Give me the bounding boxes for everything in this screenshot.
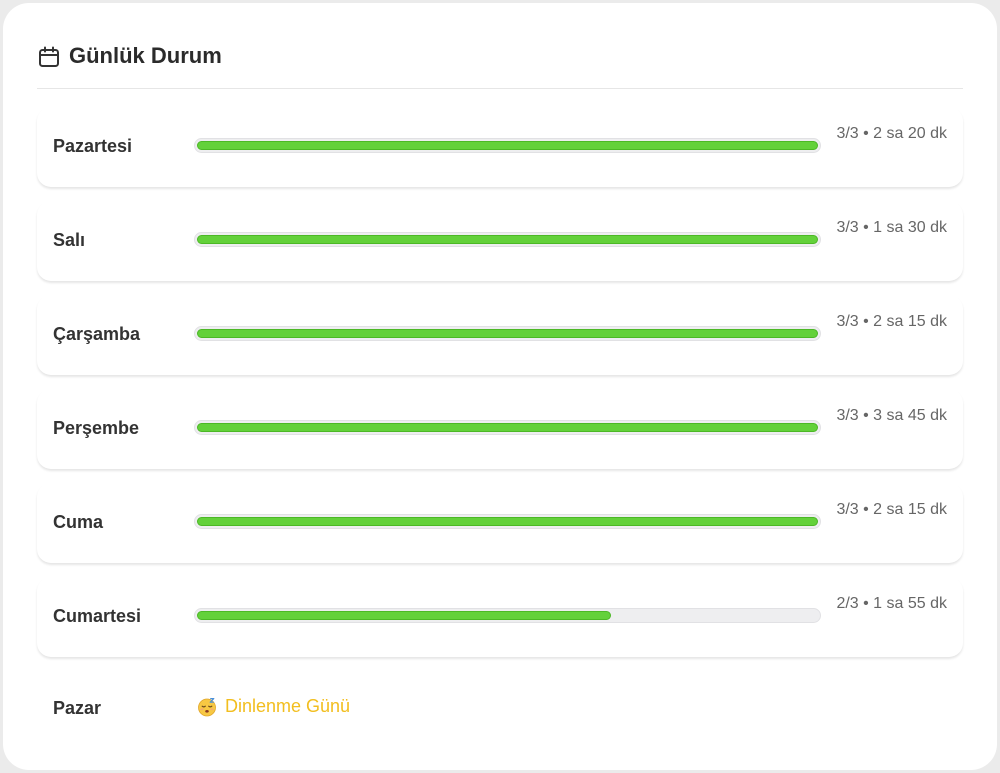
- day-row-carsamba: Çarşamba 3/3 • 2 sa 15 dk: [37, 295, 963, 375]
- rest-day-indicator: Dinlenme Günü: [197, 696, 350, 717]
- day-stats: 3/3 • 2 sa 15 dk: [836, 313, 947, 330]
- daily-status-card: Günlük Durum Pazartesi 3/3 • 2 sa 20 dk …: [3, 3, 997, 770]
- rest-day-label: Dinlenme Günü: [225, 696, 351, 716]
- day-name: Salı: [53, 230, 86, 250]
- day-row-pazar: Pazar Dinlenme Günü: [37, 671, 963, 731]
- day-list: Pazartesi 3/3 • 2 sa 20 dk Salı 3/3 • 1 …: [37, 107, 963, 731]
- day-row-cumartesi: Cumartesi 2/3 • 1 sa 55 dk: [37, 577, 963, 657]
- progress-fill: [197, 517, 818, 526]
- day-stats: 3/3 • 1 sa 30 dk: [836, 219, 947, 236]
- progress-bar: [194, 514, 821, 529]
- day-row-cuma: Cuma 3/3 • 2 sa 15 dk: [37, 483, 963, 563]
- day-name: Çarşamba: [53, 324, 141, 344]
- card-title: Günlük Durum: [69, 43, 222, 68]
- progress-bar: [194, 232, 821, 247]
- day-row-pazartesi: Pazartesi 3/3 • 2 sa 20 dk: [37, 107, 963, 187]
- progress-bar: [194, 138, 821, 153]
- day-stats: 3/3 • 2 sa 20 dk: [836, 125, 947, 142]
- progress-bar: [194, 608, 821, 623]
- progress-bar: [194, 420, 821, 435]
- progress-fill: [197, 235, 818, 244]
- progress-fill: [197, 141, 818, 150]
- day-row-persembe: Perşembe 3/3 • 3 sa 45 dk: [37, 389, 963, 469]
- day-name: Pazar: [53, 698, 102, 718]
- day-name: Cuma: [53, 512, 104, 532]
- day-row-sali: Salı 3/3 • 1 sa 30 dk: [37, 201, 963, 281]
- progress-fill: [197, 423, 818, 432]
- calendar-icon: [37, 45, 61, 69]
- card-header: Günlük Durum: [37, 43, 963, 89]
- progress-fill: [197, 611, 611, 620]
- sleeping-face-icon: [197, 697, 217, 717]
- day-stats: 3/3 • 3 sa 45 dk: [836, 407, 947, 424]
- day-stats: 3/3 • 2 sa 15 dk: [836, 501, 947, 518]
- day-name: Perşembe: [53, 418, 140, 438]
- day-stats: 2/3 • 1 sa 55 dk: [836, 595, 947, 612]
- progress-fill: [197, 329, 818, 338]
- day-name: Pazartesi: [53, 136, 133, 156]
- day-name: Cumartesi: [53, 606, 142, 626]
- progress-bar: [194, 326, 821, 341]
